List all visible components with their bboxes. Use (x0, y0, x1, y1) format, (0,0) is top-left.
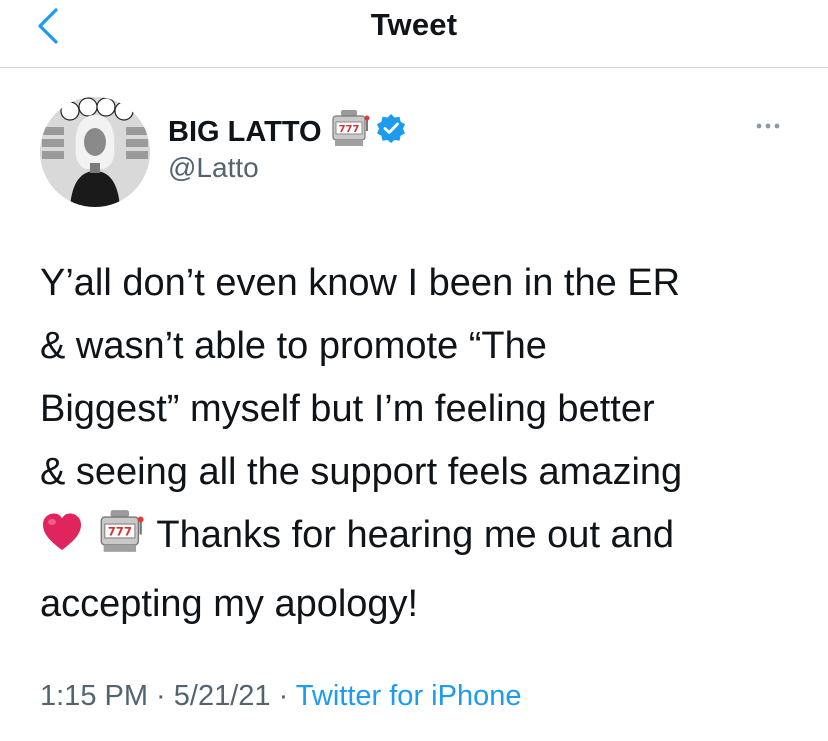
page-title: Tweet (370, 7, 458, 42)
author-name-row[interactable]: BIG LATTO 777 (168, 109, 406, 155)
user-handle[interactable]: @Latto (168, 152, 259, 184)
top-nav-bar: Tweet (0, 0, 828, 68)
tweet-body: Y’all don’t even know I been in the ER &… (40, 252, 800, 636)
verified-badge-icon (376, 113, 406, 151)
avatar-image (40, 97, 150, 207)
tweet-source-link[interactable]: Twitter for iPhone (296, 680, 522, 712)
more-dots-icon (756, 123, 780, 129)
avatar[interactable] (40, 97, 150, 207)
more-options-button[interactable] (748, 116, 788, 136)
slot-machine-icon: 777 (95, 509, 147, 573)
red-heart-icon (40, 510, 84, 573)
svg-text:777: 777 (338, 124, 359, 135)
tweet-time: 1:15 PM (40, 680, 148, 712)
tweet-date: 5/21/21 (173, 680, 271, 712)
tweet-meta: 1:15 PM · 5/21/21 · Twitter for iPhone (40, 680, 521, 713)
meta-separator: · (148, 680, 174, 712)
meta-separator-2: · (270, 680, 296, 712)
slot-machine-icon: 777 (330, 109, 370, 155)
svg-text:777: 777 (107, 525, 131, 539)
display-name: BIG LATTO (168, 115, 322, 148)
tweet-text-part1: Y’all don’t even know I been in the ER &… (40, 262, 683, 493)
